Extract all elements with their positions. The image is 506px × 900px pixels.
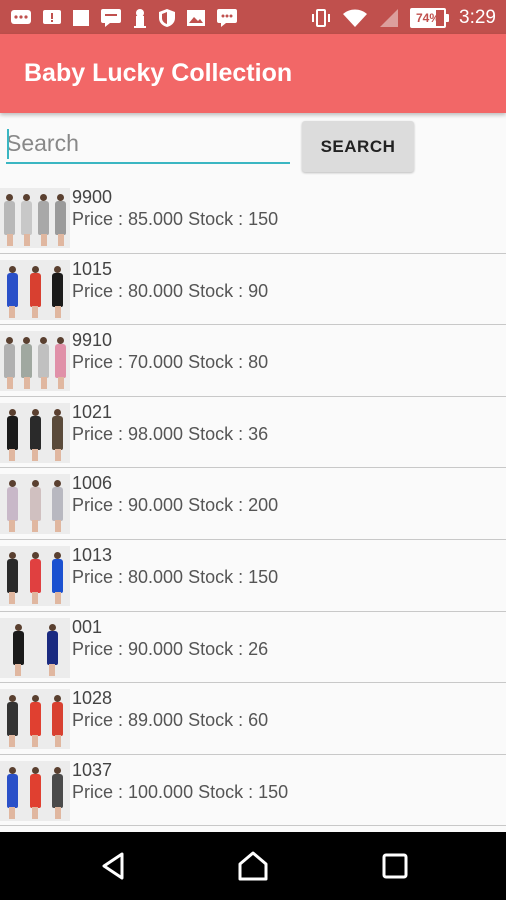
message-icon [11,10,31,24]
model-figure [36,190,51,246]
product-row[interactable]: 1015 Price : 80.000 Stock : 90 [0,254,506,326]
search-input[interactable] [6,124,290,164]
product-code: 1015 [72,258,113,279]
wifi-icon [343,9,368,27]
product-code: 001 [72,616,103,637]
product-thumbnail [0,760,70,821]
model-figure [25,548,46,604]
product-price-stock: Price : 85.000 Stock : 150 [72,209,279,229]
product-code: 1037 [72,759,113,780]
model-figure [2,333,17,390]
system-icons: 74% 3:29 [310,6,496,30]
battery-text: 74% [416,11,441,25]
model-figure [2,620,34,676]
model-figure [19,190,34,246]
search-button[interactable]: SEARCH [302,121,414,172]
model-figure [47,763,68,819]
vibrate-icon [312,9,331,27]
model-figure [36,620,68,676]
product-price-stock: Price : 70.000 Stock : 80 [72,352,269,373]
product-code: 9910 [72,330,113,351]
product-row[interactable]: 1006 Price : 90.000 Stock : 200 [0,468,506,540]
product-code: 9900 [72,187,113,207]
recents-icon[interactable] [379,850,411,882]
product-list[interactable]: 9900 Price : 85.000 Stock : 150 1015 Price … [0,182,506,832]
product-row[interactable]: 1028 Price : 89.000 Stock : 60 [0,683,506,755]
app-title: Baby Lucky Collection [24,59,293,87]
product-row[interactable]: 9900 Price : 85.000 Stock : 150 [0,182,506,254]
model-figure [2,476,23,533]
home-icon[interactable] [237,850,269,882]
model-figure [47,548,68,604]
product-code: 1028 [72,688,113,709]
hydrant-icon [134,9,146,28]
product-row[interactable]: 9910 Price : 70.000 Stock : 80 [0,325,506,397]
product-row[interactable]: 1021 Price : 98.000 Stock : 36 [0,397,506,469]
model-figure [25,405,46,461]
product-row[interactable]: 001 Price : 90.000 Stock : 26 [0,612,506,684]
product-thumbnail [0,402,70,463]
model-figure [2,548,23,604]
signal-icon [380,9,399,27]
model-figure [25,763,46,819]
status-bar: 74% 3:29 [0,0,506,34]
model-figure [47,262,68,318]
model-figure [2,190,17,246]
product-price-stock: Price : 80.000 Stock : 90 [72,280,269,301]
product-code: 1021 [72,401,113,422]
product-price-stock: Price : 100.000 Stock : 150 [72,781,289,802]
product-row[interactable]: 1013 Price : 80.000 Stock : 150 [0,540,506,612]
text-cursor [7,129,9,159]
product-thumbnail [0,617,70,678]
navigation-bar [0,832,506,900]
model-figure [47,476,68,533]
notification-icon [43,10,61,24]
model-figure [25,476,46,533]
product-code: 1013 [72,544,113,565]
product-thumbnail [0,474,70,535]
product-price-stock: Price : 80.000 Stock : 150 [72,566,279,587]
model-figure [19,333,34,390]
battery-icon: 74% [410,8,450,28]
notification-icons [10,7,238,29]
model-figure [36,333,51,390]
product-thumbnail [0,331,70,392]
product-row[interactable]: 1037 Price : 100.000 Stock : 150 [0,755,506,827]
product-price-stock: Price : 98.000 Stock : 36 [72,423,269,444]
image-icon [187,10,205,26]
product-code: 1006 [72,473,113,494]
model-figure [47,691,68,748]
chat-icon [101,9,121,27]
clock: 3:29 [459,7,496,28]
product-thumbnail [0,188,70,248]
model-figure [2,262,23,318]
back-icon[interactable] [98,850,130,882]
product-thumbnail [0,259,70,320]
model-figure [2,405,23,461]
shield-icon [159,9,175,27]
model-figure [2,763,23,819]
app-bar: Baby Lucky Collection [0,34,506,113]
product-thumbnail [0,545,70,606]
product-price-stock: Price : 90.000 Stock : 200 [72,495,279,516]
sms-icon [217,9,237,27]
product-price-stock: Price : 89.000 Stock : 60 [72,710,269,731]
model-figure [25,262,46,318]
product-price-stock: Price : 90.000 Stock : 26 [72,638,269,659]
model-figure [53,190,68,246]
model-figure [47,405,68,461]
model-figure [2,691,23,748]
model-figure [25,691,46,748]
product-thumbnail [0,689,70,750]
model-figure [53,333,68,390]
square-icon [73,10,89,26]
